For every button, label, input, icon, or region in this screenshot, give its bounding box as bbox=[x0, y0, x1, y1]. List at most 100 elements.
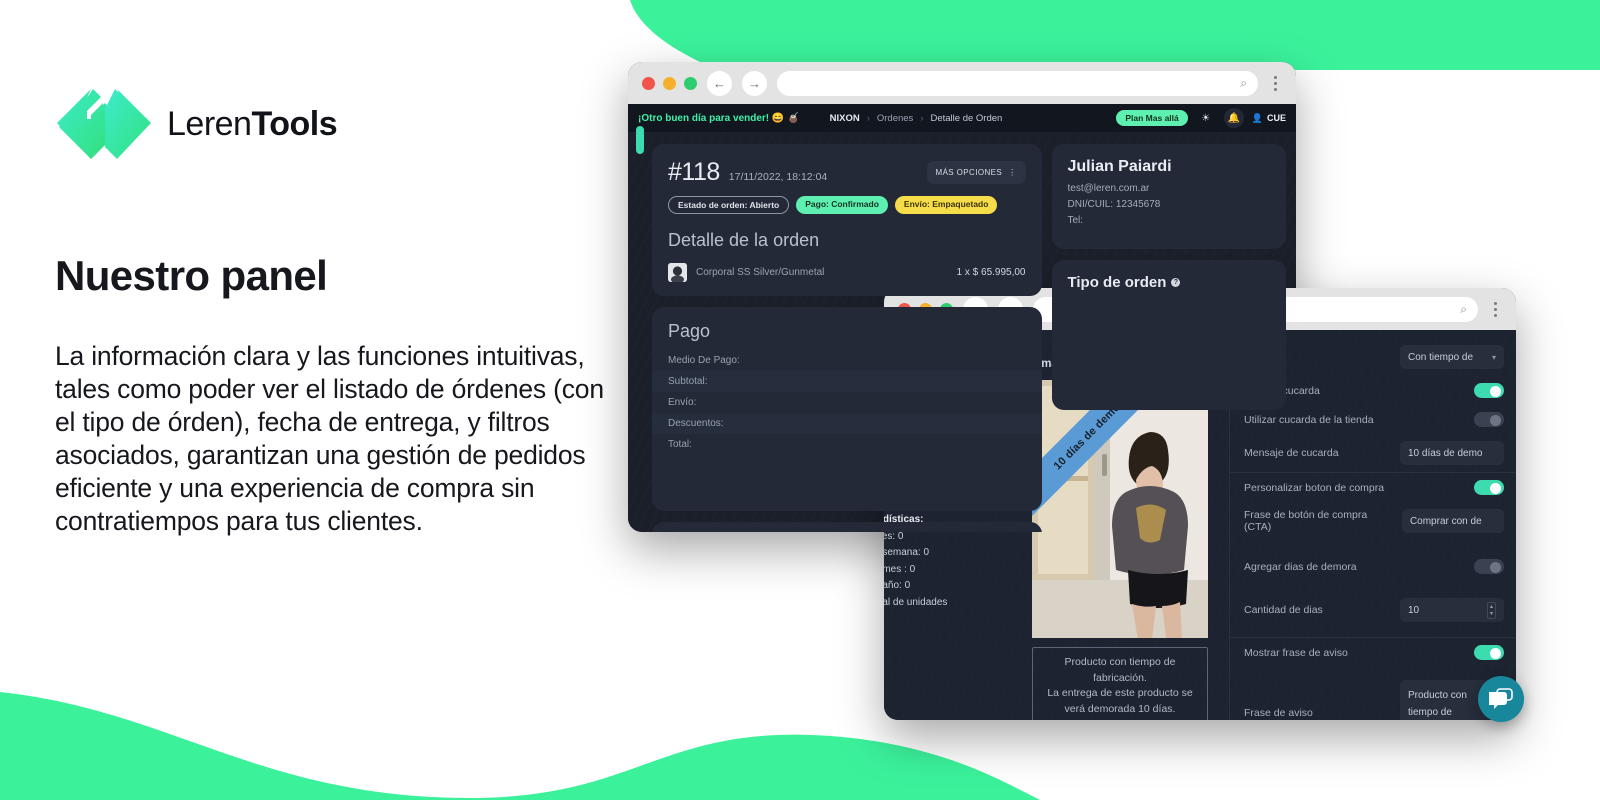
setting-row-agregar-dias: Agregar dias de demora bbox=[1230, 552, 1516, 581]
minimize-window-dot[interactable] bbox=[663, 76, 676, 90]
chat-widget-button[interactable] bbox=[1478, 676, 1524, 722]
lerentools-logo-icon bbox=[57, 89, 151, 159]
order-datetime: 17/11/2022, 18:12:04 bbox=[728, 171, 828, 183]
payment-row-subtotal: Subtotal: bbox=[652, 371, 1042, 392]
breadcrumb-separator-icon: › bbox=[866, 112, 870, 124]
greeting-label: ¡Otro buen día para vender! bbox=[638, 112, 770, 124]
setting-label-frase-aviso: Frase de aviso bbox=[1244, 706, 1313, 719]
stepper-up-icon[interactable]: ▴ bbox=[1490, 604, 1493, 610]
account-menu[interactable]: 👤 CUE bbox=[1252, 113, 1286, 124]
delivery-warning-box: Producto con tiempo de fabricación. La e… bbox=[1032, 647, 1208, 720]
order-type-card: Tipo de orden ? bbox=[1051, 260, 1286, 410]
logo-word-light: Leren bbox=[167, 104, 252, 143]
logo-wordmark: LerenTools bbox=[167, 104, 338, 144]
stepper-down-icon[interactable]: ▾ bbox=[1490, 611, 1493, 617]
order-type-title: Tipo de orden ? bbox=[1068, 274, 1271, 291]
payment-card: Pago Medio De Pago: Subtotal: Envío: Des… bbox=[652, 307, 1042, 511]
browser-menu-icon[interactable] bbox=[1268, 75, 1282, 91]
cantidad-dias-input[interactable]: 10 ▴ ▾ bbox=[1400, 598, 1504, 622]
address-bar[interactable]: ⌕ bbox=[777, 70, 1258, 96]
personalizar-boton-toggle[interactable] bbox=[1474, 480, 1504, 495]
status-badge-shipping: Envío: Empaquetado bbox=[894, 196, 998, 214]
setting-label-mostrar-frase: Mostrar frase de aviso bbox=[1244, 646, 1348, 659]
breadcrumb-item-store[interactable]: NIXON bbox=[830, 113, 860, 124]
app-topnav: ¡Otro buen día para vender! 😄 🧉 NIXON › … bbox=[628, 104, 1296, 132]
stats-row-year: e año: 0 bbox=[884, 580, 911, 591]
page-body-text: La información clara y las funciones int… bbox=[55, 341, 604, 536]
setting-row-frase-aviso: Frase de aviso Producto con tiempo de fa… bbox=[1230, 673, 1516, 720]
window1-traffic-lights[interactable] bbox=[642, 76, 697, 90]
product-name: Corporal SS Silver/Gunmetal bbox=[696, 267, 825, 278]
notifications-bell-icon[interactable]: 🔔 bbox=[1223, 108, 1244, 128]
smile-emoji-icon: 😄 bbox=[771, 112, 785, 124]
tipo-select-value: Con tiempo de bbox=[1408, 351, 1474, 363]
stats-row-month: e mes : 0 bbox=[884, 563, 916, 575]
close-window-dot[interactable] bbox=[642, 76, 655, 90]
order-detail-layout: #118 17/11/2022, 18:12:04 MÁS OPCIONES ⋮… bbox=[628, 132, 1296, 532]
window1-chrome-bar: ← → ⌕ bbox=[628, 62, 1296, 104]
breadcrumb-item-order-detail: Detalle de Orden bbox=[930, 112, 1003, 124]
cantidad-dias-value: 10 bbox=[1408, 604, 1420, 616]
plan-badge[interactable]: Plan Mas allá bbox=[1116, 110, 1188, 126]
customer-email: test@leren.com.ar bbox=[1067, 183, 1150, 194]
order-status-chips: Estado de orden: Abierto Pago: Confirmad… bbox=[668, 196, 1026, 214]
page-title: Nuestro panel bbox=[55, 252, 328, 299]
breadcrumb[interactable]: NIXON › Ordenes › Detalle de Orden bbox=[830, 113, 1003, 124]
number-stepper-icon[interactable]: ▴ ▾ bbox=[1486, 601, 1496, 619]
greeting-text: ¡Otro buen día para vender! 😄 🧉 bbox=[638, 113, 800, 124]
customer-name: Julian Paiardi bbox=[1067, 158, 1172, 175]
mate-emoji-icon: 🧉 bbox=[787, 112, 800, 124]
status-badge-payment: Pago: Confirmado bbox=[796, 196, 888, 214]
mostrar-cucarda-toggle[interactable] bbox=[1474, 383, 1504, 398]
info-icon[interactable]: ? bbox=[1171, 278, 1181, 287]
order-number: #118 bbox=[668, 158, 720, 186]
search-icon: ⌕ bbox=[1460, 301, 1467, 316]
setting-label-agregar-dias: Agregar dias de demora bbox=[1244, 560, 1357, 573]
product-thumbnail bbox=[668, 263, 687, 282]
chat-bubbles-icon bbox=[1489, 688, 1513, 709]
tipo-select[interactable]: Con tiempo de ▾ bbox=[1400, 345, 1504, 369]
setting-row-mostrar-frase: Mostrar frase de aviso bbox=[1230, 637, 1516, 667]
search-icon: ⌕ bbox=[1240, 75, 1247, 90]
left-marketing-column: LerenTools Nuestro panel La información … bbox=[0, 0, 620, 800]
status-badge-order-state: Estado de orden: Abierto bbox=[668, 196, 790, 214]
back-button[interactable]: ← bbox=[707, 70, 732, 96]
customer-phone: Tel: bbox=[1067, 215, 1084, 226]
user-avatar-icon: 👤 bbox=[1251, 112, 1263, 123]
product-price: 1 x $ 65.995,00 bbox=[956, 267, 1026, 278]
side-drawer-handle[interactable] bbox=[636, 126, 644, 154]
logo-word-bold: Tools bbox=[251, 104, 338, 143]
account-label: CUE bbox=[1266, 113, 1286, 123]
order-summary-card: #118 17/11/2022, 18:12:04 MÁS OPCIONES ⋮… bbox=[652, 144, 1042, 296]
forward-button[interactable]: → bbox=[742, 70, 767, 96]
mostrar-frase-toggle[interactable] bbox=[1474, 645, 1504, 660]
agregar-dias-toggle[interactable] bbox=[1474, 559, 1504, 574]
payment-title: Pago bbox=[668, 321, 711, 341]
payment-row-shipping: Envío: bbox=[668, 397, 697, 408]
order-side-column: Julian Paiardi test@leren.com.ar DNI/CUI… bbox=[1051, 144, 1286, 532]
browser-menu-icon[interactable] bbox=[1488, 301, 1502, 317]
setting-label-cantidad-dias: Cantidad de dias bbox=[1244, 604, 1323, 616]
brand-logo: LerenTools bbox=[55, 85, 338, 163]
theme-toggle-icon[interactable]: ☀ bbox=[1196, 108, 1216, 128]
payment-row-discounts: Descuentos: bbox=[652, 413, 1042, 434]
order-type-label: Tipo de orden bbox=[1067, 274, 1167, 291]
more-options-label: MÁS OPCIONES bbox=[935, 168, 1003, 177]
window1-app-content: ¡Otro buen día para vender! 😄 🧉 NIXON › … bbox=[628, 104, 1296, 532]
order-detail-title: Detalle de la orden bbox=[668, 230, 820, 250]
breadcrumb-item-orders[interactable]: Ordenes bbox=[877, 113, 913, 124]
more-options-button[interactable]: MÁS OPCIONES ⋮ bbox=[926, 161, 1026, 184]
browser-window-orders[interactable]: ← → ⌕ ¡Otro buen día para vender! 😄 🧉 NI… bbox=[628, 62, 1296, 532]
breadcrumb-separator-icon: › bbox=[920, 112, 924, 124]
maximize-window-dot[interactable] bbox=[684, 76, 697, 90]
order-line-item: Corporal SS Silver/Gunmetal 1 x $ 65.995… bbox=[668, 263, 1026, 282]
cta-input[interactable]: Comprar con de bbox=[1401, 509, 1504, 533]
decorative-green-top-shape bbox=[630, 0, 1600, 70]
delivery-card: Entrega NOTIFICAR ENVÍO bbox=[652, 522, 1042, 532]
customer-card: Julian Paiardi test@leren.com.ar DNI/CUI… bbox=[1051, 144, 1286, 249]
utilizar-cucarda-toggle[interactable] bbox=[1474, 412, 1504, 427]
order-header: #118 17/11/2022, 18:12:04 MÁS OPCIONES ⋮ bbox=[668, 158, 1026, 187]
mensaje-cucarda-input[interactable]: 10 días de demo bbox=[1400, 441, 1504, 465]
payment-row-total: Total: bbox=[668, 439, 692, 450]
order-main-column: #118 17/11/2022, 18:12:04 MÁS OPCIONES ⋮… bbox=[652, 144, 1042, 532]
